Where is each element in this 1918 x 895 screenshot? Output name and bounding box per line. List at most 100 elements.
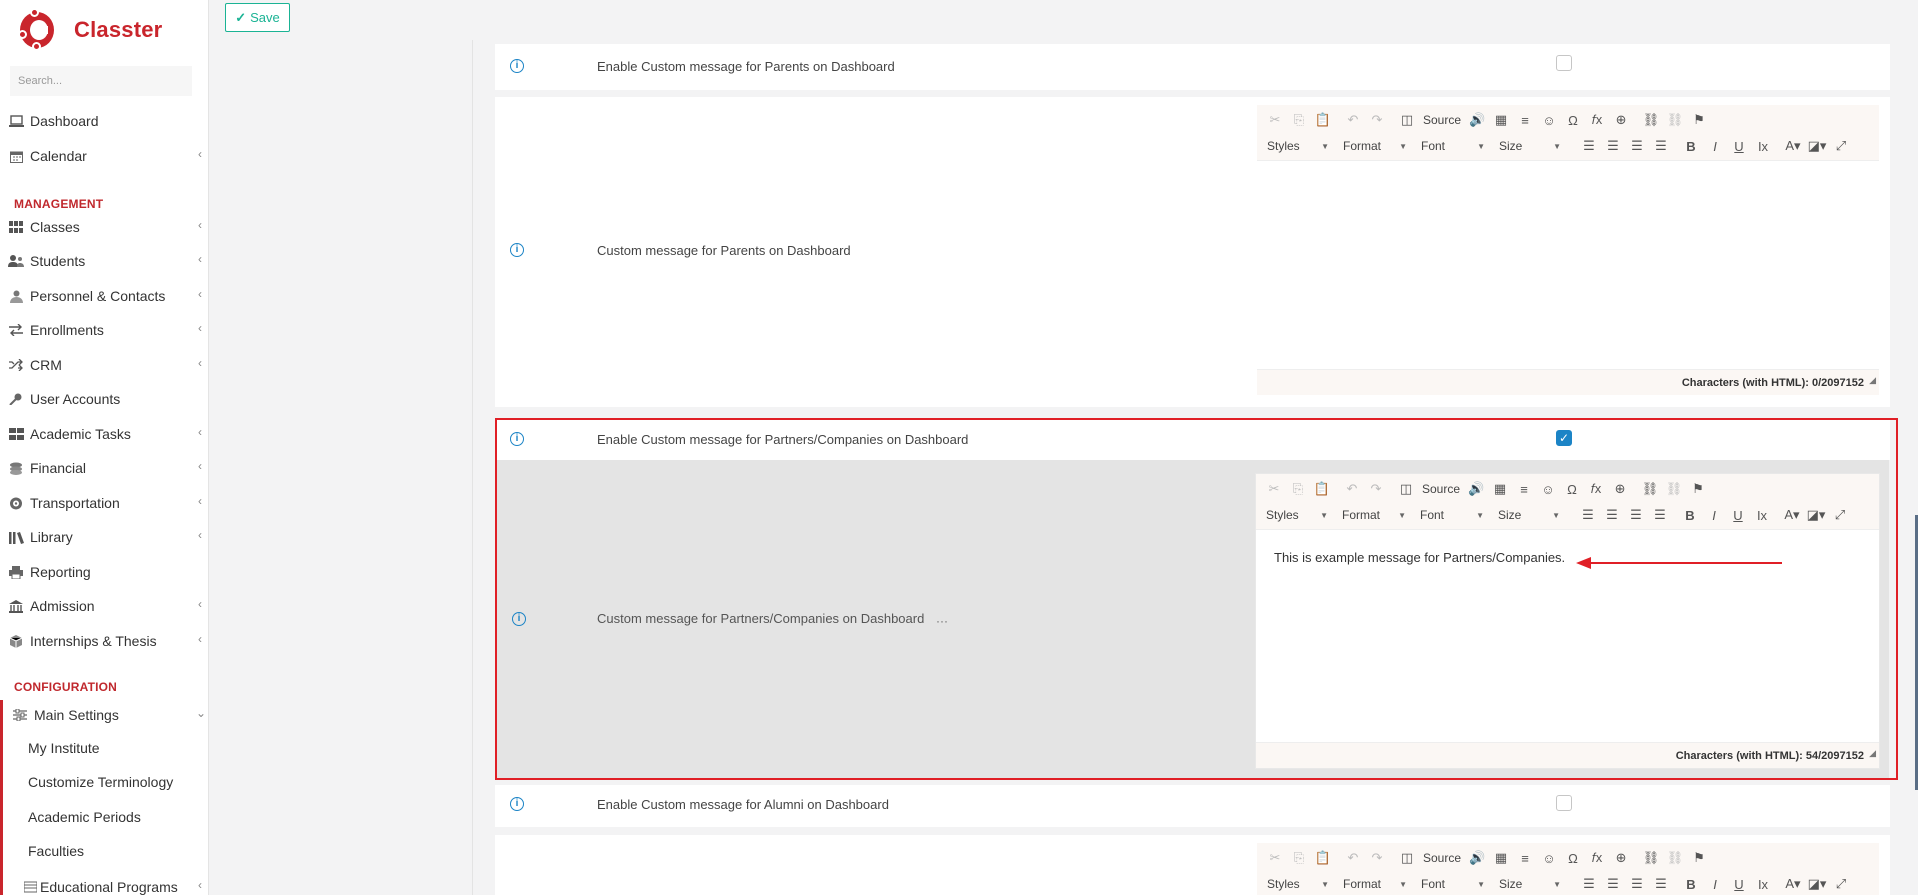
resize-grip-icon[interactable]: ◢ bbox=[1869, 367, 1876, 393]
text-color-icon[interactable]: A▾ bbox=[1781, 876, 1805, 892]
align-justify-icon[interactable]: ☰ bbox=[1649, 876, 1673, 892]
sidebar-item-reporting[interactable]: Reporting bbox=[0, 559, 208, 585]
align-right-icon[interactable]: ☰ bbox=[1625, 876, 1649, 892]
underline-icon[interactable]: U bbox=[1727, 877, 1751, 892]
logo[interactable]: Classter bbox=[18, 8, 162, 52]
align-left-icon[interactable]: ☰ bbox=[1577, 138, 1601, 154]
bg-color-icon[interactable]: ◪▾ bbox=[1804, 507, 1828, 523]
sidebar-item-crm[interactable]: CRM ‹ bbox=[0, 352, 208, 378]
underline-icon[interactable]: U bbox=[1727, 139, 1751, 154]
sidebar-subitem-my-institute[interactable]: My Institute bbox=[0, 735, 208, 761]
source-button-label[interactable]: Source bbox=[1419, 851, 1465, 865]
smiley-icon[interactable]: ☺ bbox=[1536, 482, 1560, 497]
horizontal-line-icon[interactable]: ≡ bbox=[1513, 851, 1537, 866]
align-justify-icon[interactable]: ☰ bbox=[1649, 138, 1673, 154]
cut-icon[interactable]: ✂ bbox=[1263, 850, 1287, 866]
parents-message-editor[interactable]: ✂ ⎘ 📋 ↶ ↷ ◫ Source 🔊 ▦ ≡ ☺ Ω𝑓x ⊕ ⛓ ⛓ ⚑ Styles ▼ Format ▼ Fon… bbox=[1257, 105, 1879, 395]
align-center-icon[interactable]: ☰ bbox=[1600, 507, 1624, 523]
anchor-icon[interactable]: ⚑ bbox=[1686, 481, 1710, 497]
source-icon[interactable]: ◫ bbox=[1395, 112, 1419, 128]
text-color-icon[interactable]: A▾ bbox=[1780, 507, 1804, 523]
special-char-icon[interactable]: Ω bbox=[1560, 482, 1584, 497]
info-icon[interactable]: i bbox=[510, 243, 524, 257]
alumni-message-editor[interactable]: ✂ ⎘ 📋 ↶ ↷ ◫ Source 🔊 ▦ ≡ ☺ Ω𝑓x ⊕ ⛓ ⛓ ⚑ Styles ▼ Format ▼ Fon… bbox=[1257, 843, 1879, 895]
cut-icon[interactable]: ✂ bbox=[1263, 112, 1287, 128]
info-icon[interactable]: i bbox=[510, 797, 524, 811]
font-select[interactable]: Font ▼ bbox=[1416, 505, 1488, 525]
sidebar-item-educational-programs[interactable]: Educational Programs ‹ bbox=[0, 874, 208, 895]
styles-select[interactable]: Styles ▼ bbox=[1263, 874, 1333, 894]
font-select[interactable]: Font ▼ bbox=[1417, 874, 1489, 894]
sidebar-item-transportation[interactable]: Transportation ‹ bbox=[0, 490, 208, 516]
sidebar-subitem-faculties[interactable]: Faculties bbox=[0, 838, 208, 864]
cut-icon[interactable]: ✂ bbox=[1262, 481, 1286, 497]
audio-icon[interactable]: 🔊 bbox=[1464, 481, 1488, 497]
info-icon[interactable]: i bbox=[512, 612, 526, 626]
source-button-label[interactable]: Source bbox=[1418, 482, 1464, 496]
special-char-icon[interactable]: Ω bbox=[1561, 113, 1585, 128]
unlink-icon[interactable]: ⛓ bbox=[1663, 112, 1687, 128]
maximize-icon[interactable]: ⤢ bbox=[1829, 876, 1853, 892]
remove-format-icon[interactable]: Ix bbox=[1751, 139, 1775, 154]
bold-icon[interactable]: B bbox=[1678, 508, 1702, 523]
sidebar-item-admission[interactable]: Admission ‹ bbox=[0, 593, 208, 619]
info-icon[interactable]: i bbox=[510, 432, 524, 446]
table-icon[interactable]: ▦ bbox=[1489, 850, 1513, 866]
undo-icon[interactable]: ↶ bbox=[1341, 112, 1365, 128]
sidebar-item-internships-thesis[interactable]: Internships & Thesis ‹ bbox=[0, 628, 208, 654]
undo-icon[interactable]: ↶ bbox=[1341, 850, 1365, 866]
paste-icon[interactable]: 📋 bbox=[1311, 850, 1335, 866]
align-center-icon[interactable]: ☰ bbox=[1601, 876, 1625, 892]
bg-color-icon[interactable]: ◪▾ bbox=[1805, 138, 1829, 154]
enable-alumni-message-checkbox[interactable] bbox=[1556, 795, 1572, 811]
unlink-icon[interactable]: ⛓ bbox=[1662, 481, 1686, 497]
remove-format-icon[interactable]: Ix bbox=[1751, 877, 1775, 892]
italic-icon[interactable]: I bbox=[1703, 139, 1727, 154]
copy-icon[interactable]: ⎘ bbox=[1287, 112, 1311, 128]
audio-icon[interactable]: 🔊 bbox=[1465, 112, 1489, 128]
underline-icon[interactable]: U bbox=[1726, 508, 1750, 523]
more-options-icon[interactable]: ··· bbox=[936, 614, 948, 628]
styles-select[interactable]: Styles ▼ bbox=[1262, 505, 1332, 525]
copy-icon[interactable]: ⎘ bbox=[1286, 481, 1310, 497]
formula-icon[interactable]: 𝑓x bbox=[1585, 850, 1609, 866]
sidebar-item-enrollments[interactable]: Enrollments ‹ bbox=[0, 317, 208, 343]
styles-select[interactable]: Styles ▼ bbox=[1263, 136, 1333, 156]
sidebar-item-user-accounts[interactable]: User Accounts bbox=[0, 386, 208, 412]
sidebar-item-academic-tasks[interactable]: Academic Tasks ‹ bbox=[0, 421, 208, 447]
align-right-icon[interactable]: ☰ bbox=[1624, 507, 1648, 523]
link-icon[interactable]: ⛓ bbox=[1638, 481, 1662, 497]
enable-partners-message-checkbox[interactable]: ✓ bbox=[1556, 430, 1572, 446]
audio-icon[interactable]: 🔊 bbox=[1465, 850, 1489, 866]
bg-color-icon[interactable]: ◪▾ bbox=[1805, 876, 1829, 892]
source-button-label[interactable]: Source bbox=[1419, 113, 1465, 127]
sidebar-search-input[interactable] bbox=[10, 66, 192, 96]
redo-icon[interactable]: ↷ bbox=[1364, 481, 1388, 497]
sidebar-item-financial[interactable]: Financial ‹ bbox=[0, 455, 208, 481]
editor-content[interactable]: This is example message for Partners/Com… bbox=[1256, 530, 1879, 585]
bold-icon[interactable]: B bbox=[1679, 877, 1703, 892]
sidebar-item-students[interactable]: Students ‹ bbox=[0, 248, 208, 274]
format-select[interactable]: Format ▼ bbox=[1339, 136, 1411, 156]
sidebar-subitem-academic-periods[interactable]: Academic Periods bbox=[0, 804, 208, 830]
align-left-icon[interactable]: ☰ bbox=[1576, 507, 1600, 523]
sidebar-item-personnel-contacts[interactable]: Personnel & Contacts ‹ bbox=[0, 283, 208, 309]
unlink-icon[interactable]: ⛓ bbox=[1663, 850, 1687, 866]
remove-format-icon[interactable]: Ix bbox=[1750, 508, 1774, 523]
align-right-icon[interactable]: ☰ bbox=[1625, 138, 1649, 154]
copy-icon[interactable]: ⎘ bbox=[1287, 850, 1311, 866]
undo-icon[interactable]: ↶ bbox=[1340, 481, 1364, 497]
sidebar-item-dashboard[interactable]: Dashboard bbox=[0, 108, 208, 134]
format-select[interactable]: Format ▼ bbox=[1339, 874, 1411, 894]
enable-parents-message-checkbox[interactable] bbox=[1556, 55, 1572, 71]
save-button[interactable]: ✓ Save bbox=[225, 3, 290, 32]
size-select[interactable]: Size ▼ bbox=[1494, 505, 1564, 525]
table-icon[interactable]: ▦ bbox=[1488, 481, 1512, 497]
format-select[interactable]: Format ▼ bbox=[1338, 505, 1410, 525]
globe-icon[interactable]: ⊕ bbox=[1608, 481, 1632, 497]
size-select[interactable]: Size ▼ bbox=[1495, 136, 1565, 156]
align-center-icon[interactable]: ☰ bbox=[1601, 138, 1625, 154]
size-select[interactable]: Size ▼ bbox=[1495, 874, 1565, 894]
redo-icon[interactable]: ↷ bbox=[1365, 850, 1389, 866]
formula-icon[interactable]: 𝑓x bbox=[1585, 112, 1609, 128]
